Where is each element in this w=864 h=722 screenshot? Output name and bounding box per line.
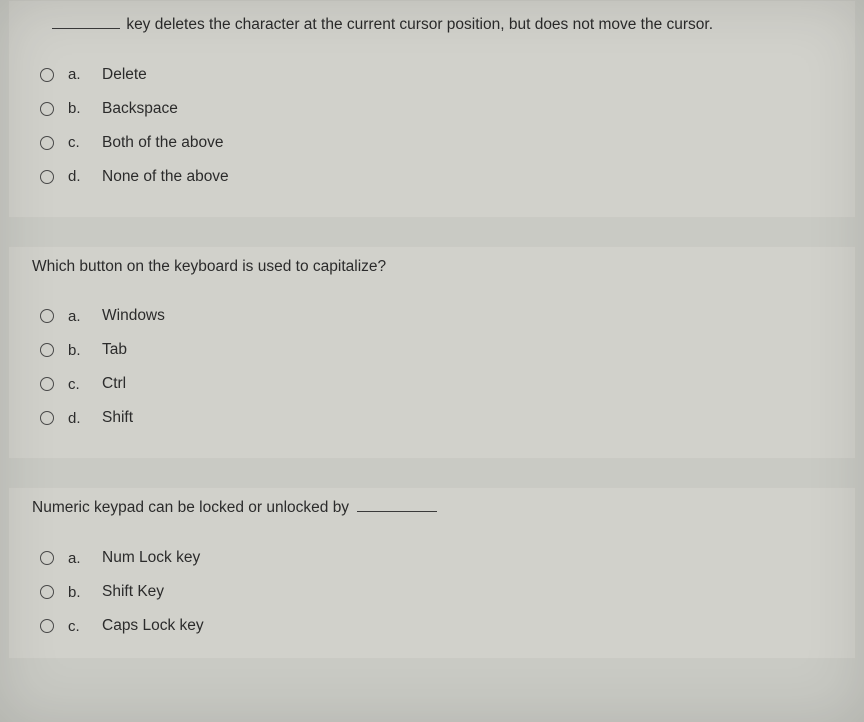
option-row[interactable]: d. None of the above [32,160,832,194]
radio-icon[interactable] [40,136,54,150]
option-row[interactable]: b. Backspace [32,92,832,126]
fill-blank [357,500,437,512]
option-letter: a. [68,308,88,325]
option-letter: d. [68,410,88,427]
radio-icon[interactable] [40,377,54,391]
option-row[interactable]: a. Windows [32,299,832,333]
question-text: key deletes the character at the current… [52,14,832,36]
option-label: Both of the above [102,134,224,152]
radio-icon[interactable] [40,170,54,184]
question-text-content: key deletes the character at the current… [126,16,713,33]
option-letter: c. [68,134,88,151]
radio-icon[interactable] [40,68,54,82]
option-row[interactable]: c. Caps Lock key [32,609,832,635]
radio-icon[interactable] [40,551,54,565]
question-text-content: Numeric keypad can be locked or unlocked… [32,499,349,516]
option-label: Delete [102,66,147,84]
option-row[interactable]: a. Delete [32,58,832,92]
option-letter: c. [68,618,88,635]
option-letter: c. [68,376,88,393]
option-row[interactable]: d. Shift [32,401,832,435]
option-label: None of the above [102,168,229,186]
option-label: Tab [102,341,127,359]
option-letter: b. [68,100,88,117]
option-label: Ctrl [102,375,126,393]
option-row[interactable]: c. Ctrl [32,367,832,401]
option-label: Windows [102,307,165,325]
option-letter: d. [68,168,88,185]
question-block: Which button on the keyboard is used to … [8,246,856,460]
fill-blank [52,17,120,29]
option-label: Caps Lock key [102,617,204,635]
option-label: Num Lock key [102,549,200,567]
option-label: Shift [102,409,133,427]
question-text-content: Which button on the keyboard is used to … [32,258,386,275]
option-label: Backspace [102,100,178,118]
option-letter: b. [68,342,88,359]
option-label: Shift Key [102,583,164,601]
radio-icon[interactable] [40,309,54,323]
option-letter: b. [68,584,88,601]
radio-icon[interactable] [40,619,54,633]
question-block: key deletes the character at the current… [8,0,856,218]
radio-icon[interactable] [40,343,54,357]
question-text: Which button on the keyboard is used to … [32,256,832,278]
option-letter: a. [68,550,88,567]
question-text: Numeric keypad can be locked or unlocked… [32,497,832,519]
radio-icon[interactable] [40,411,54,425]
option-row[interactable]: c. Both of the above [32,126,832,160]
question-block: Numeric keypad can be locked or unlocked… [8,487,856,659]
option-row[interactable]: b. Shift Key [32,575,832,609]
quiz-page: key deletes the character at the current… [0,0,864,722]
option-row[interactable]: a. Num Lock key [32,541,832,575]
radio-icon[interactable] [40,102,54,116]
option-letter: a. [68,66,88,83]
radio-icon[interactable] [40,585,54,599]
option-row[interactable]: b. Tab [32,333,832,367]
